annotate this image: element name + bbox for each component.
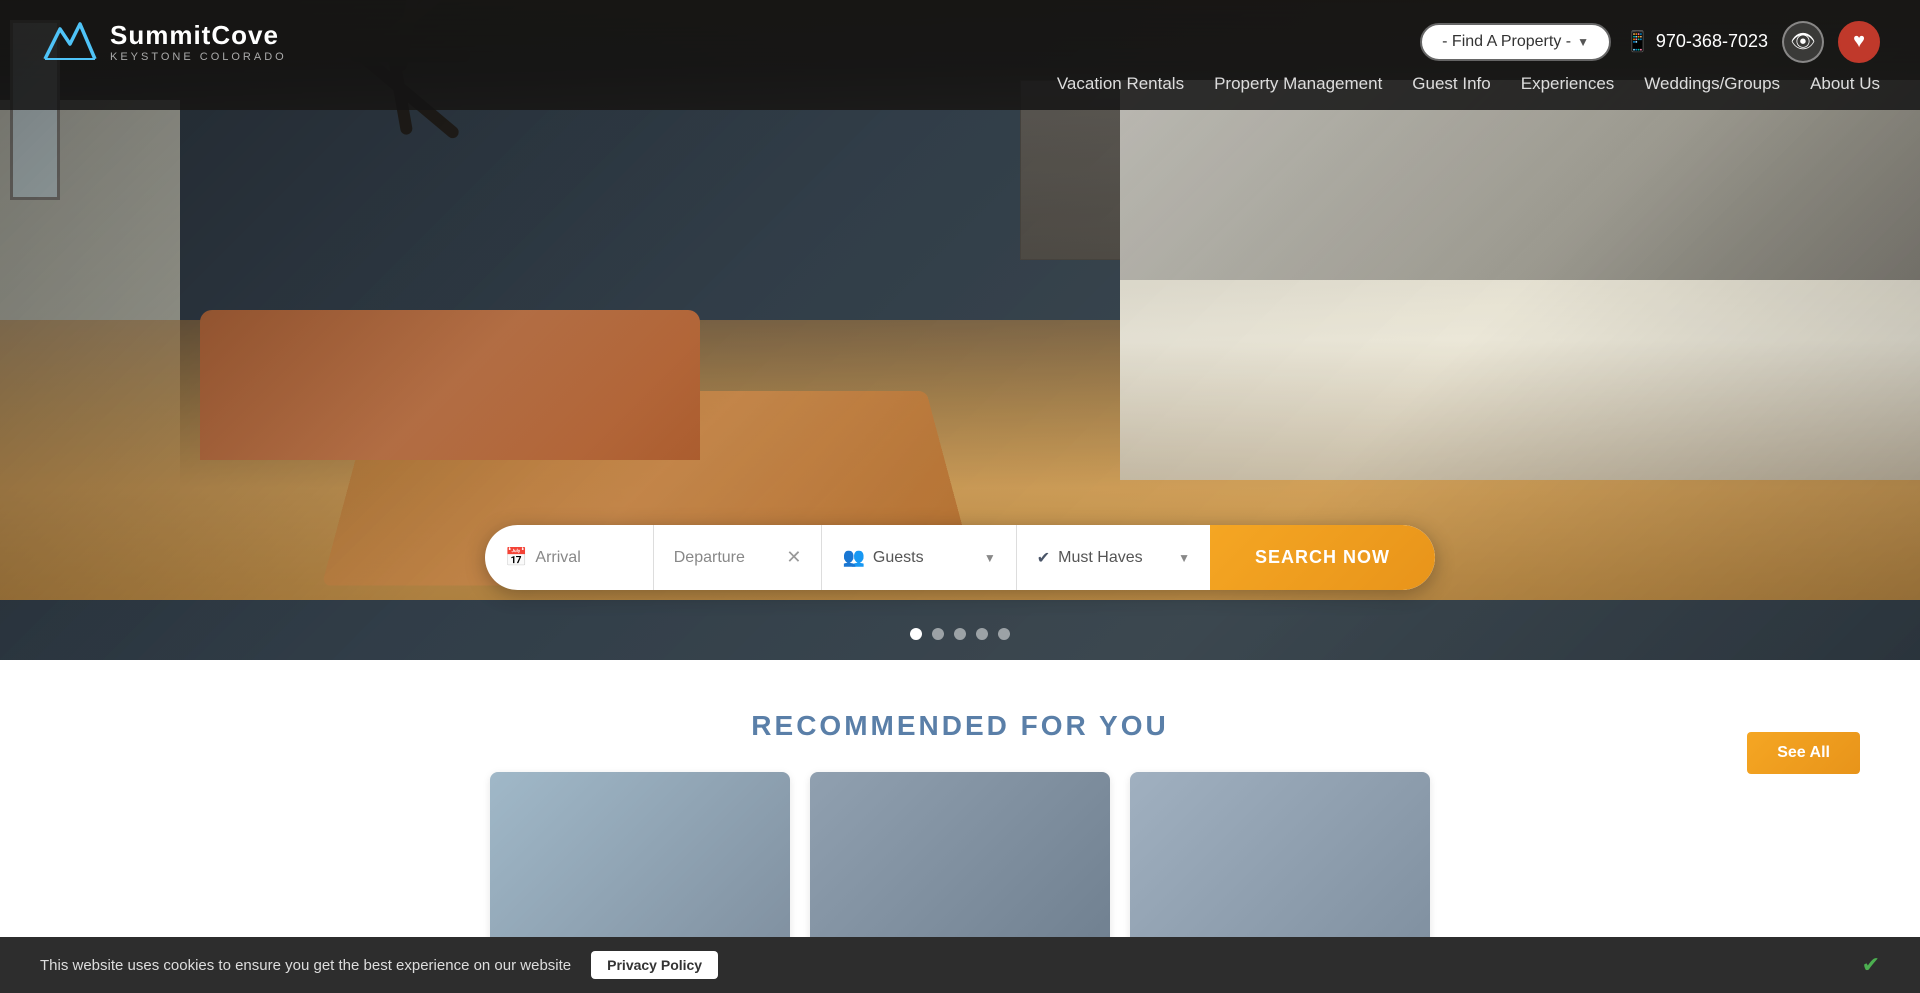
- eye-button[interactable]: 👁: [1782, 21, 1824, 63]
- cookie-message: This website uses cookies to ensure you …: [40, 957, 571, 974]
- main-nav: Vacation Rentals Property Management Gue…: [1057, 74, 1880, 98]
- phone-icon: 📱: [1625, 29, 1650, 54]
- heart-icon: ♥: [1853, 30, 1865, 53]
- logo[interactable]: SummitCove Keystone Colorado: [40, 14, 287, 69]
- recommended-cards: [60, 772, 1860, 952]
- slide-dot-4[interactable]: [976, 628, 988, 640]
- nav-guest-info[interactable]: Guest Info: [1412, 74, 1490, 98]
- departure-label: Departure: [674, 549, 745, 567]
- check-icon: ✔: [1037, 548, 1050, 568]
- guests-icon: 👥: [842, 547, 864, 568]
- see-all-button[interactable]: See All: [1747, 732, 1860, 774]
- search-bar: 📅 Arrival Departure ✕ 👥 Guests ▼ ✔ Must …: [485, 525, 1435, 590]
- slide-dot-3[interactable]: [954, 628, 966, 640]
- favorites-button[interactable]: ♥: [1838, 21, 1880, 63]
- logo-text: SummitCove Keystone Colorado: [110, 20, 287, 63]
- calendar-icon: 📅: [505, 547, 527, 568]
- slide-dot-2[interactable]: [932, 628, 944, 640]
- arrival-label: Arrival: [535, 549, 580, 567]
- nav-about-us[interactable]: About Us: [1810, 74, 1880, 98]
- cookie-message-area: This website uses cookies to ensure you …: [40, 951, 718, 979]
- privacy-policy-button[interactable]: Privacy Policy: [591, 951, 718, 979]
- nav-experiences[interactable]: Experiences: [1521, 74, 1615, 98]
- recommended-title: RECOMMENDED FOR YOU: [60, 710, 1860, 742]
- site-header: SummitCove Keystone Colorado - Find A Pr…: [0, 0, 1920, 110]
- clear-dates-button[interactable]: ✕: [786, 547, 801, 568]
- logo-sub: Keystone Colorado: [110, 51, 287, 63]
- find-property-button[interactable]: - Find A Property - ▼: [1420, 23, 1611, 61]
- arrival-field[interactable]: 📅 Arrival: [485, 525, 654, 590]
- nav-vacation-rentals[interactable]: Vacation Rentals: [1057, 74, 1184, 98]
- nav-weddings-groups[interactable]: Weddings/Groups: [1644, 74, 1780, 98]
- must-haves-dropdown[interactable]: ✔ Must Haves ▼: [1017, 525, 1210, 590]
- search-now-button[interactable]: SEARCH NOW: [1210, 525, 1435, 590]
- dropdown-arrow-icon: ▼: [1577, 35, 1589, 49]
- slide-dot-5[interactable]: [998, 628, 1010, 640]
- slide-dot-1[interactable]: [910, 628, 922, 640]
- property-card-2[interactable]: [810, 772, 1110, 952]
- guests-arrow-icon: ▼: [984, 551, 996, 565]
- property-card-3[interactable]: [1130, 772, 1430, 952]
- cookie-banner: This website uses cookies to ensure you …: [0, 937, 1920, 993]
- guests-label: Guests: [873, 549, 924, 567]
- logo-name: SummitCove: [110, 20, 287, 51]
- must-haves-label: Must Haves: [1058, 549, 1142, 567]
- eye-icon: 👁: [1790, 29, 1815, 54]
- slide-indicators: [910, 628, 1010, 640]
- logo-icon: [40, 14, 100, 69]
- cookie-accept-icon[interactable]: ✔: [1862, 952, 1880, 978]
- phone-number: 970-368-7023: [1656, 31, 1768, 52]
- guests-dropdown[interactable]: 👥 Guests ▼: [822, 525, 1016, 590]
- nav-property-management[interactable]: Property Management: [1214, 74, 1382, 98]
- property-card-1[interactable]: [490, 772, 790, 952]
- phone-area: 📱 970-368-7023: [1625, 29, 1768, 54]
- must-haves-arrow-icon: ▼: [1178, 551, 1190, 565]
- departure-field[interactable]: Departure ✕: [654, 525, 823, 590]
